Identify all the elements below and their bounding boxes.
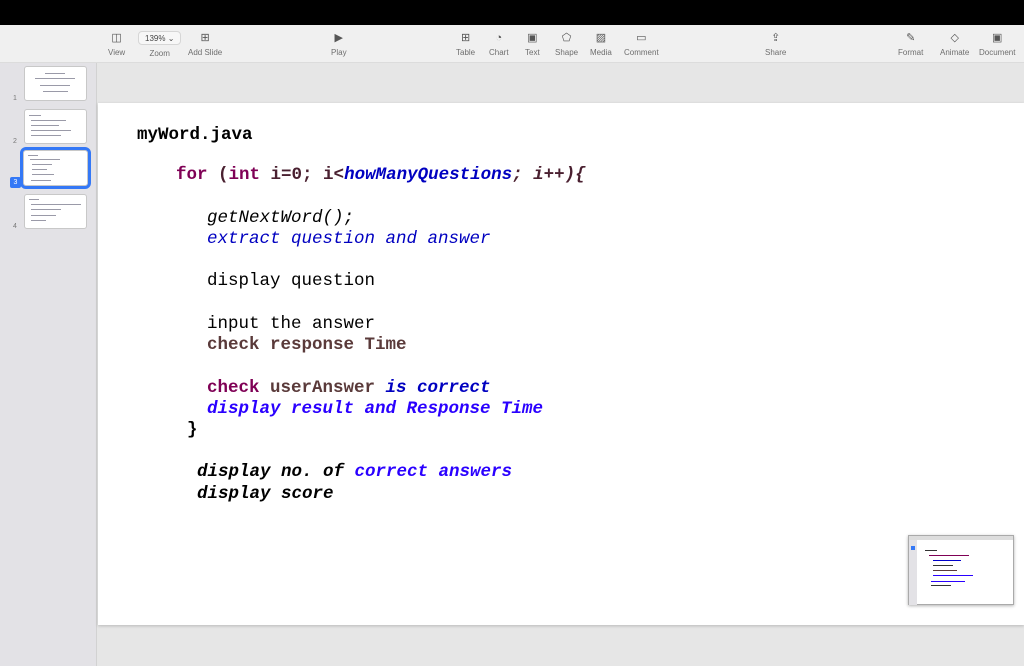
shape-icon: ⬠	[561, 32, 572, 44]
document-icon: ▣	[992, 32, 1003, 44]
text-button[interactable]: ▣ Text	[525, 31, 540, 57]
table-icon: ⊞	[460, 32, 471, 44]
slide-thumbnail-3[interactable]	[20, 147, 91, 189]
chart-button[interactable]: ◔ Chart	[489, 31, 509, 57]
text-icon: ▣	[527, 32, 538, 44]
format-button[interactable]: ✎ Format	[898, 31, 923, 57]
view-button[interactable]: ◫ View	[108, 31, 125, 57]
play-button[interactable]: ▶ Play	[331, 31, 347, 57]
add-slide-button[interactable]: ⊞ Add Slide	[188, 31, 222, 57]
paintbrush-icon: ✎	[906, 32, 916, 44]
code-line: display no. of correct answers	[197, 462, 513, 482]
animate-button[interactable]: ◇ Animate	[940, 31, 969, 57]
document-button[interactable]: ▣ Document	[979, 31, 1015, 57]
slide-canvas[interactable]: myWord.java for (int i=0; i<howManyQuest…	[98, 103, 1024, 625]
slide-preview-minimap[interactable]	[908, 535, 1014, 605]
code-line: extract question and answer	[207, 229, 491, 249]
code-line: input the answer	[207, 314, 376, 334]
code-brace: }	[187, 420, 198, 440]
zoom-control[interactable]: 139% ⌄ Zoom	[138, 31, 182, 58]
share-icon: ⇪	[771, 32, 781, 44]
comment-button[interactable]: ▭ Comment	[624, 31, 659, 57]
slide-title: myWord.java	[137, 125, 253, 145]
menu-bar	[0, 0, 1024, 25]
shape-button[interactable]: ⬠ Shape	[555, 31, 578, 57]
code-line: display score	[197, 484, 334, 504]
media-button[interactable]: ▨ Media	[590, 31, 612, 57]
zoom-select[interactable]: 139% ⌄	[138, 31, 182, 45]
comment-icon: ▭	[636, 32, 647, 44]
chart-icon: ◔	[495, 32, 503, 44]
code-line: check userAnswer is correct	[207, 378, 491, 398]
share-button[interactable]: ⇪ Share	[765, 31, 786, 57]
toolbar: ◫ View 139% ⌄ Zoom ⊞ Add Slide ▶ Play ⊞ Table…	[0, 25, 1024, 63]
slide-thumbnail-2[interactable]	[24, 109, 87, 144]
slide-thumbnail-4[interactable]	[24, 194, 87, 229]
code-for-loop: for (int i=0; i<howManyQuestions; i++){	[176, 165, 586, 185]
slide-navigator: 1 2 3 4	[0, 63, 97, 666]
code-line: getNextWord();	[207, 208, 355, 228]
table-button[interactable]: ⊞ Table	[456, 31, 475, 57]
slide-thumbnail-1[interactable]	[24, 66, 87, 101]
diamond-icon: ◇	[950, 32, 959, 44]
add-slide-icon: ⊞	[200, 32, 210, 44]
code-line: check response Time	[207, 335, 407, 355]
code-line: display result and Response Time	[207, 399, 544, 419]
media-icon: ▨	[595, 32, 607, 44]
code-line: display question	[207, 271, 376, 291]
sidebar-icon: ◫	[111, 32, 122, 44]
play-icon: ▶	[334, 32, 344, 44]
